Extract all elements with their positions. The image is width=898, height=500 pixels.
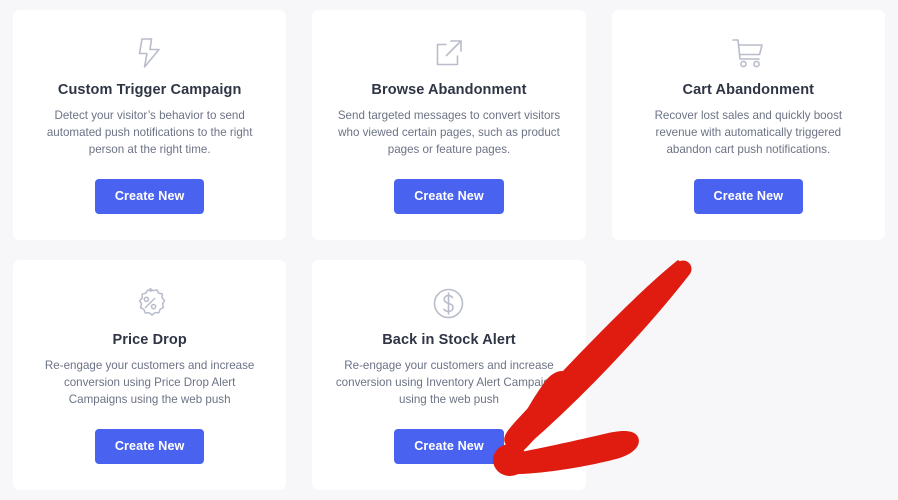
card-description: Re-engage your customers and increase co… bbox=[335, 359, 563, 406]
card-description: Detect your visitor’s behavior to send a… bbox=[46, 109, 253, 156]
create-new-button[interactable]: Create New bbox=[394, 429, 504, 464]
card-title: Price Drop bbox=[112, 332, 187, 348]
lightning-bolt-icon bbox=[136, 32, 163, 74]
card-cell: Cart Abandonment Recover lost sales and … bbox=[599, 0, 898, 250]
dollar-circle-icon bbox=[432, 282, 465, 324]
card-description: Send targeted messages to convert visito… bbox=[337, 109, 561, 156]
campaign-card-cart-abandonment[interactable]: Cart Abandonment Recover lost sales and … bbox=[611, 10, 885, 240]
card-cell: Price Drop Re-engage your customers and … bbox=[0, 250, 299, 500]
card-cell-empty bbox=[599, 250, 898, 500]
campaign-card-grid: Custom Trigger Campaign Detect your visi… bbox=[0, 0, 898, 500]
card-cell: Browse Abandonment Send targeted message… bbox=[299, 0, 598, 250]
card-title: Custom Trigger Campaign bbox=[57, 82, 242, 98]
empty-slot bbox=[612, 260, 885, 490]
card-description: Re-engage your customers and increase co… bbox=[44, 359, 255, 406]
campaign-card-browse-abandonment[interactable]: Browse Abandonment Send targeted message… bbox=[312, 10, 586, 240]
card-cell: Back in Stock Alert Re-engage your custo… bbox=[299, 250, 598, 500]
card-description: Recover lost sales and quickly boost rev… bbox=[654, 109, 843, 156]
external-link-icon bbox=[433, 32, 465, 74]
campaign-card-price-drop[interactable]: Price Drop Re-engage your customers and … bbox=[13, 260, 287, 490]
card-button-wrap: Create New bbox=[394, 429, 504, 464]
create-new-button[interactable]: Create New bbox=[94, 429, 205, 464]
create-new-button[interactable]: Create New bbox=[94, 179, 205, 214]
campaign-card-custom-trigger[interactable]: Custom Trigger Campaign Detect your visi… bbox=[13, 10, 287, 240]
card-cell: Custom Trigger Campaign Detect your visi… bbox=[0, 0, 299, 250]
shopping-cart-icon bbox=[731, 32, 765, 74]
card-button-wrap: Create New bbox=[94, 429, 205, 464]
card-title: Back in Stock Alert bbox=[382, 332, 516, 348]
card-title: Cart Abandonment bbox=[682, 82, 815, 98]
create-new-button[interactable]: Create New bbox=[693, 179, 804, 214]
card-button-wrap: Create New bbox=[94, 179, 205, 214]
card-title: Browse Abandonment bbox=[371, 82, 527, 98]
percent-badge-icon bbox=[133, 282, 167, 324]
campaign-card-back-in-stock[interactable]: Back in Stock Alert Re-engage your custo… bbox=[312, 260, 586, 490]
card-button-wrap: Create New bbox=[394, 179, 504, 214]
card-button-wrap: Create New bbox=[693, 179, 804, 214]
create-new-button[interactable]: Create New bbox=[394, 179, 504, 214]
